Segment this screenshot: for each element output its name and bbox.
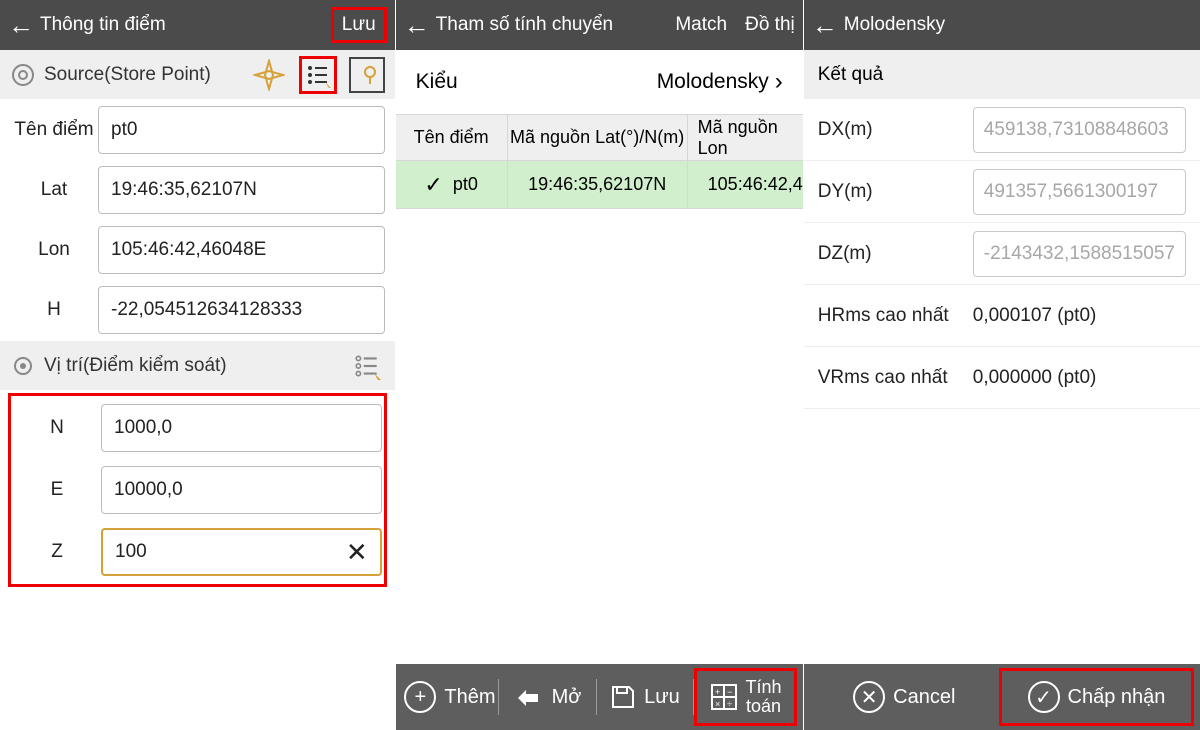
label-h: H [10,299,98,321]
row-z: Z 100 ✕ [13,528,382,576]
chevron-right-icon: › [775,68,783,96]
value-hrms: 0,000107 (pt0) [973,305,1097,327]
row-h: H -22,054512634128333 [10,286,385,334]
kieu-label: Kiểu [416,70,458,94]
cancel-button[interactable]: ✕ Cancel [810,677,999,717]
row-ten-diem: Tên điểm pt0 [10,106,385,154]
value-dx[interactable]: 459138,73108848603 [973,107,1186,153]
topbar-2: ← Tham số tính chuyển Match Đồ thị [396,0,803,50]
pane-molodensky: ← Molodensky Kết quả DX(m) 459138,731088… [804,0,1200,730]
input-h[interactable]: -22,054512634128333 [98,286,385,334]
save-disk-icon [610,684,636,710]
bottom-bar-2: + Thêm Mở Lưu +−×÷ [396,664,803,730]
graph-button[interactable]: Đồ thị [745,14,795,36]
clear-input-icon[interactable]: ✕ [346,537,368,568]
result-header: Kết quả [804,50,1200,99]
th-lat: Mã nguồn Lat(°)/N(m) [508,115,688,160]
target-icon [10,62,36,88]
list-select-icon[interactable] [299,56,337,94]
row-dx: DX(m) 459138,73108848603 [804,99,1200,161]
close-icon: ✕ [853,681,885,713]
svg-text:−: − [727,687,732,697]
label-e: E [13,479,101,501]
page-title: Thông tin điểm [40,14,166,36]
calculator-icon: +−× ÷ [710,683,738,711]
topbar-1: ← Thông tin điểm Lưu [0,0,395,50]
label-dx: DX(m) [818,119,973,141]
pane-transform-params: ← Tham số tính chuyển Match Đồ thị Kiểu … [396,0,804,730]
page-title: Tham số tính chuyển [436,14,613,36]
add-button[interactable]: + Thêm [402,677,499,717]
label-n: N [13,417,101,439]
position-section-header: Vị trí(Điểm kiểm soát) [0,341,395,390]
bottom-bar-3: ✕ Cancel ✓ Chấp nhận [804,664,1200,730]
compass-icon[interactable] [251,57,287,93]
back-arrow-icon[interactable]: ← [812,10,838,41]
row-dy: DY(m) 491357,5661300197 [804,161,1200,223]
map-pin-icon[interactable] [349,57,385,93]
label-ten-diem: Tên điểm [10,119,98,141]
input-lat[interactable]: 19:46:35,62107N [98,166,385,214]
value-dy[interactable]: 491357,5661300197 [973,169,1186,215]
label-dy: DY(m) [818,181,973,203]
check-icon: ✓ [1028,681,1060,713]
th-tendiem: Tên điểm [396,115,508,160]
check-icon: ✓ [424,172,442,198]
save-button-2[interactable]: Lưu [597,677,694,717]
label-lon: Lon [10,239,98,261]
accept-button[interactable]: ✓ Chấp nhận [999,668,1194,726]
svg-text:+: + [715,687,720,697]
row-hrms: HRms cao nhất 0,000107 (pt0) [804,285,1200,347]
kieu-value: Molodensky [657,70,769,94]
cell-tendiem: pt0 [453,174,478,195]
value-dz[interactable]: -2143432,1588515057 [973,231,1186,277]
value-vrms: 0,000000 (pt0) [973,367,1097,389]
row-dz: DZ(m) -2143432,1588515057 [804,223,1200,285]
row-lat: Lat 19:46:35,62107N [10,166,385,214]
input-lon[interactable]: 105:46:42,46048E [98,226,385,274]
th-lon: Mã nguồn Lon [688,115,803,160]
table-header: Tên điểm Mã nguồn Lat(°)/N(m) Mã nguồn L… [396,114,803,161]
row-n: N 1000,0 [13,404,382,452]
label-lat: Lat [10,179,98,201]
back-arrow-icon[interactable]: ← [404,10,430,41]
label-vrms: VRms cao nhất [818,367,973,389]
input-z[interactable]: 100 ✕ [101,528,382,576]
position-label: Vị trí(Điểm kiểm soát) [44,355,341,377]
topbar-3: ← Molodensky [804,0,1200,50]
plus-icon: + [404,681,436,713]
input-e[interactable]: 10000,0 [101,466,382,514]
page-title: Molodensky [844,14,945,36]
save-button[interactable]: Lưu [331,7,387,43]
list-select-icon-2[interactable] [349,348,385,384]
back-arrow-icon[interactable]: ← [8,10,34,41]
input-ten-diem[interactable]: pt0 [98,106,385,154]
match-button[interactable]: Match [675,14,727,36]
row-vrms: VRms cao nhất 0,000000 (pt0) [804,347,1200,409]
svg-text:×: × [715,699,720,709]
cell-lon: 105:46:42,4 [688,161,803,208]
svg-text:÷: ÷ [727,699,732,709]
undo-arrow-icon [514,684,544,710]
crosshair-icon [10,353,36,379]
open-button[interactable]: Mở [499,677,596,717]
input-n[interactable]: 1000,0 [101,404,382,452]
cell-lat: 19:46:35,62107N [508,161,688,208]
table-row[interactable]: ✓ pt0 19:46:35,62107N 105:46:42,4 [396,161,803,209]
label-hrms: HRms cao nhất [818,305,973,327]
source-section-header: Source(Store Point) [0,50,395,99]
pane-point-info: ← Thông tin điểm Lưu Source(Store Point) [0,0,396,730]
row-e: E 10000,0 [13,466,382,514]
kieu-row[interactable]: Kiểu Molodensky › [396,50,803,114]
row-lon: Lon 105:46:42,46048E [10,226,385,274]
compute-button[interactable]: +−×÷ Tínhtoán [694,668,797,726]
label-dz: DZ(m) [818,243,973,265]
source-label: Source(Store Point) [44,64,243,86]
label-z: Z [13,541,101,563]
